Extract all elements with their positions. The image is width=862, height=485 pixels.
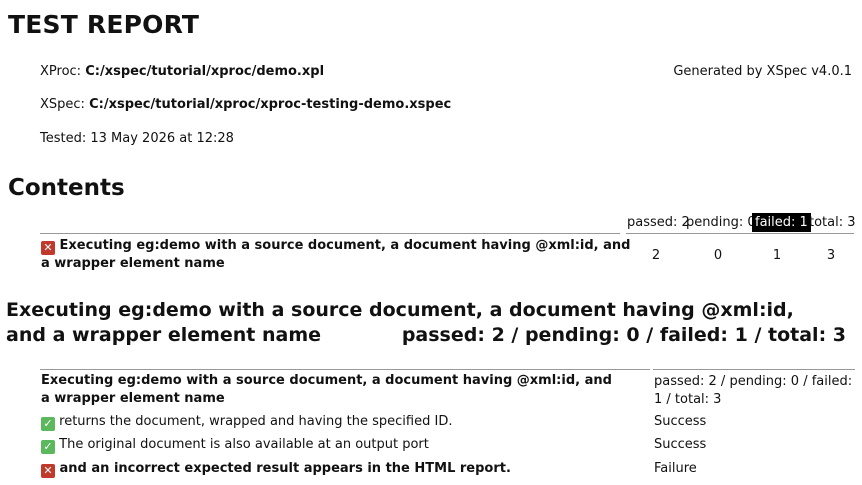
test-row[interactable]: ✓ returns the document, wrapped and havi…: [41, 414, 452, 431]
row-pending: 0: [713, 248, 723, 263]
generated-by: Generated by XSpec v4.0.1: [673, 64, 852, 79]
summary-pending: pending: 0: [686, 215, 756, 230]
row-passed: 2: [651, 248, 661, 263]
row-total: 3: [826, 248, 836, 263]
success-icon: ✓: [41, 440, 55, 454]
summary-failed: failed: 1: [752, 213, 811, 232]
test-row[interactable]: ✓ The original document is also availabl…: [41, 437, 429, 454]
scenario-table-header: Executing eg:demo with a source document…: [41, 373, 612, 406]
test-result: Success: [654, 414, 707, 429]
xspec-path: C:/xspec/tutorial/xproc/xproc-testing-de…: [89, 97, 452, 112]
scenario-table-header-totals: passed: 2 / pending: 0 / failed: 1 / tot…: [654, 374, 853, 407]
test-label[interactable]: returns the document, wrapped and having…: [59, 414, 452, 429]
tested-date: Tested: 13 May 2026 at 12:28: [40, 131, 234, 146]
test-result: Failure: [654, 461, 697, 476]
xproc-path: C:/xspec/tutorial/xproc/demo.xpl: [85, 64, 325, 79]
xspec-label: XSpec:: [40, 97, 85, 112]
summary-total: total: 3: [809, 215, 856, 230]
failure-icon: ✕: [41, 464, 55, 478]
test-result: Success: [654, 437, 707, 452]
test-label[interactable]: and an incorrect expected result appears…: [60, 461, 511, 476]
row-failed: 1: [772, 248, 782, 263]
summary-passed: passed: 2: [627, 215, 690, 230]
scenario-totals: passed: 2 / pending: 0 / failed: 1 / tot…: [401, 324, 846, 346]
contents-row-label[interactable]: Executing eg:demo with a source document…: [41, 238, 630, 271]
scenario-heading: Executing eg:demo with a source document…: [6, 298, 846, 348]
test-row[interactable]: ✕ and an incorrect expected result appea…: [41, 461, 511, 478]
contents-rule: [40, 233, 620, 234]
success-icon: ✓: [41, 417, 55, 431]
contents-row[interactable]: ✕ Executing eg:demo with a source docume…: [41, 237, 631, 273]
contents-heading: Contents: [8, 175, 125, 201]
xspec-line: XSpec: C:/xspec/tutorial/xproc/xproc-tes…: [40, 97, 451, 112]
test-label[interactable]: The original document is also available …: [59, 437, 429, 452]
xproc-line: XProc: C:/xspec/tutorial/xproc/demo.xpl: [40, 64, 324, 79]
scenario-table-rule: [40, 369, 650, 370]
scenario-table-rule-right: [653, 369, 855, 370]
xproc-label: XProc:: [40, 64, 82, 79]
report-title: TEST REPORT: [8, 10, 200, 39]
contents-rule-right: [626, 233, 854, 234]
failure-icon: ✕: [41, 241, 55, 255]
